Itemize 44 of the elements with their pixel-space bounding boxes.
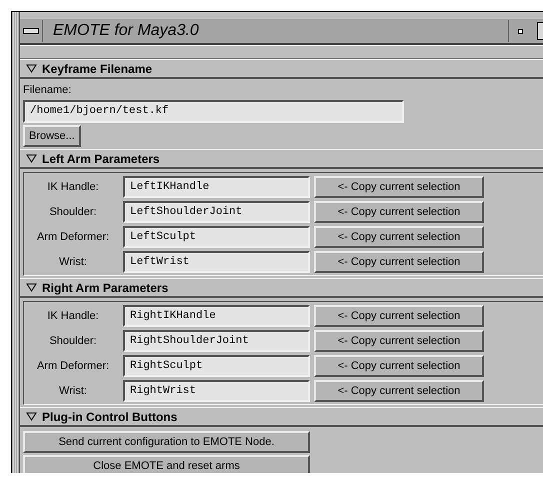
copy-selection-button[interactable]: <- Copy current selection [314, 226, 484, 248]
field-label: IK Handle: [46, 310, 100, 322]
input-field[interactable]: LeftShoulderJoint [123, 200, 310, 222]
section-title: Plug-in Control Buttons [42, 410, 178, 424]
action-button[interactable]: Close EMOTE and reset arms [23, 455, 310, 473]
copy-selection-button[interactable]: <- Copy current selection [314, 354, 484, 376]
field-label: Arm Deformer: [36, 230, 110, 242]
action-button[interactable]: Send current configuration to EMOTE Node. [23, 431, 310, 453]
disclosure-triangle-icon[interactable] [26, 412, 37, 421]
field-label: Wrist: [58, 384, 88, 396]
copy-selection-button[interactable]: <- Copy current selection [314, 330, 484, 352]
disclosure-triangle-icon[interactable] [26, 64, 37, 73]
copy-selection-button[interactable]: <- Copy current selection [314, 200, 484, 222]
section-header[interactable]: Plug-in Control Buttons [20, 407, 543, 427]
input-field[interactable]: LeftWrist [123, 250, 310, 272]
input-field[interactable]: RightShoulderJoint [123, 330, 310, 352]
copy-selection-button[interactable]: <- Copy current selection [314, 250, 484, 272]
field-label: Arm Deformer: [36, 360, 110, 372]
disclosure-triangle-icon[interactable] [26, 154, 37, 163]
window-title: EMOTE for Maya3.0 [52, 22, 200, 40]
browse-button[interactable]: Browse... [23, 125, 81, 147]
section-title: Left Arm Parameters [42, 152, 160, 166]
minimize-icon[interactable] [518, 28, 522, 34]
section-header[interactable]: Left Arm Parameters [20, 149, 543, 169]
copy-selection-button[interactable]: <- Copy current selection [314, 176, 484, 198]
section-title: Keyframe Filename [42, 62, 152, 76]
input-field[interactable]: LeftSculpt [123, 226, 310, 248]
input-field[interactable]: RightWrist [123, 380, 310, 402]
input-field[interactable]: LeftIKHandle [123, 176, 310, 198]
window-menu-icon[interactable] [23, 28, 39, 34]
filename-field[interactable]: /home1/bjoern/test.kf [23, 100, 404, 123]
field-label: Shoulder: [48, 206, 98, 218]
field-label: Shoulder: [48, 334, 98, 346]
section-header[interactable]: Keyframe Filename [20, 59, 543, 79]
section-header[interactable]: Right Arm Parameters [20, 278, 543, 298]
input-field[interactable]: RightIKHandle [123, 304, 310, 326]
disclosure-triangle-icon[interactable] [26, 283, 37, 292]
section-title: Right Arm Parameters [42, 280, 168, 294]
field-label: IK Handle: [46, 180, 100, 192]
input-field[interactable]: RightSculpt [123, 354, 310, 376]
field-label: Filename: [23, 83, 72, 98]
copy-selection-button[interactable]: <- Copy current selection [314, 304, 484, 326]
copy-selection-button[interactable]: <- Copy current selection [314, 380, 484, 402]
field-label: Wrist: [58, 256, 88, 268]
